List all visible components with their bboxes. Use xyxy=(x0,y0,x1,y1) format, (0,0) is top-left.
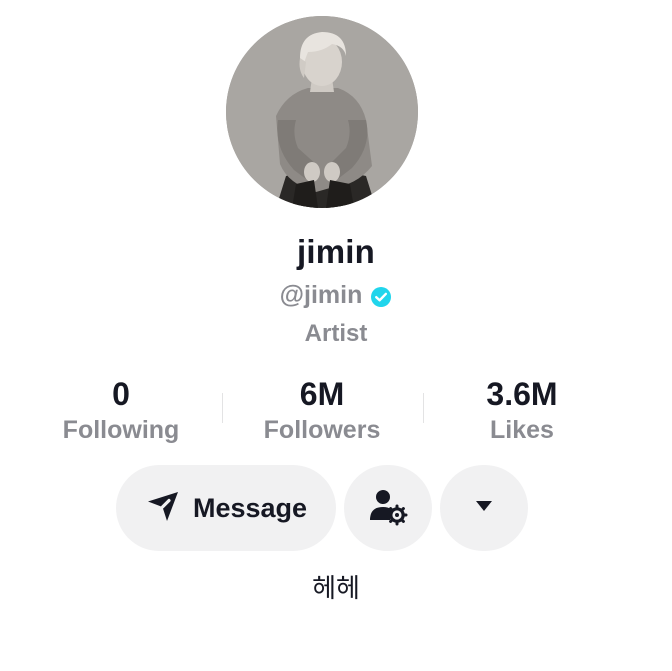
more-options-button[interactable] xyxy=(440,465,528,551)
bio-text: 헤헤 xyxy=(312,574,360,604)
suggested-accounts-button[interactable] xyxy=(344,465,432,551)
likes-label: Likes xyxy=(490,416,554,444)
account-category: Artist xyxy=(304,320,368,347)
followers-stat[interactable]: 6M Followers xyxy=(222,374,422,446)
following-label: Following xyxy=(62,416,180,444)
user-settings-icon xyxy=(368,486,408,531)
following-count: 0 xyxy=(112,376,130,412)
caret-down-icon xyxy=(474,499,494,518)
following-stat[interactable]: 0 Following xyxy=(21,374,221,446)
message-button[interactable]: Message xyxy=(116,465,336,551)
handle-row: @jimin xyxy=(0,281,672,310)
message-label: Message xyxy=(192,492,308,523)
likes-stat[interactable]: 3.6M Likes xyxy=(422,374,622,446)
avatar-photo xyxy=(226,16,418,208)
followers-count: 6M xyxy=(299,376,345,412)
username: @jimin xyxy=(279,281,363,309)
display-name: jimin xyxy=(296,233,375,270)
verified-badge-icon xyxy=(370,286,392,308)
likes-count: 3.6M xyxy=(486,376,558,412)
avatar[interactable] xyxy=(226,16,418,208)
profile-header: jimin @jimin Artist 0 Following 6M Follo… xyxy=(0,0,672,671)
send-arrow-icon xyxy=(145,488,181,529)
followers-label: Followers xyxy=(263,416,381,444)
